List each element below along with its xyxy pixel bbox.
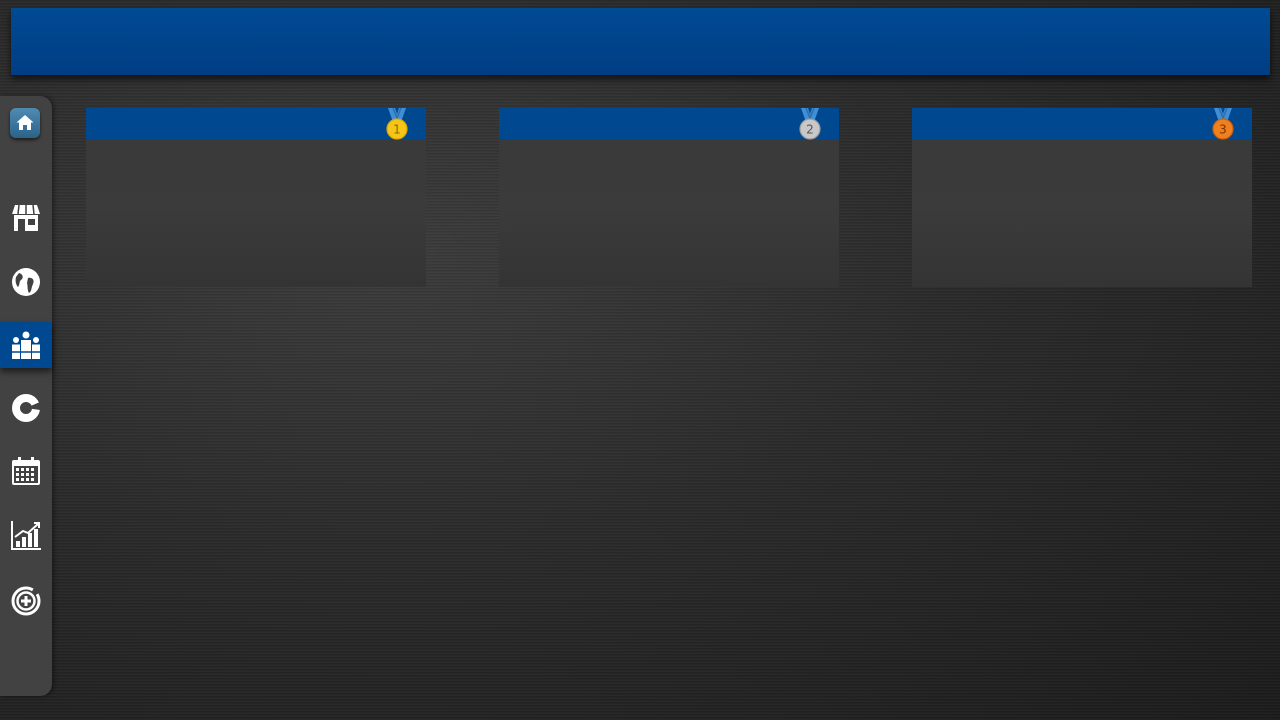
sidebar-item-statistics[interactable] (0, 385, 52, 431)
globe-icon (12, 268, 40, 296)
home-icon (16, 115, 34, 130)
medal-rank: 1 (393, 123, 401, 137)
podium-card-2[interactable]: 2 (499, 108, 839, 287)
medal-rank: 2 (806, 123, 814, 137)
card-header (499, 108, 839, 139)
podium-card-3[interactable]: 3 (912, 108, 1252, 287)
group-icon (12, 331, 40, 359)
card-header (86, 108, 426, 139)
sidebar-item-group[interactable] (0, 322, 52, 368)
calendar-icon (12, 457, 40, 485)
card-body (499, 139, 839, 287)
sidebar-item-calendar[interactable] (0, 448, 52, 494)
bronze-medal-icon: 3 (1212, 108, 1234, 140)
sidebar-item-add[interactable] (0, 578, 52, 624)
top-banner (11, 8, 1270, 75)
bar-chart-icon (11, 521, 41, 550)
home-button[interactable] (10, 108, 40, 138)
card-header (912, 108, 1252, 139)
sidebar-nav (0, 96, 52, 696)
sidebar-item-progress[interactable] (0, 512, 52, 558)
store-icon (12, 204, 40, 231)
card-body (86, 139, 426, 287)
sidebar-item-globe[interactable] (0, 259, 52, 305)
sidebar-item-store[interactable] (0, 195, 52, 241)
add-circle-icon (11, 586, 41, 616)
gold-medal-icon: 1 (386, 108, 408, 140)
silver-medal-icon: 2 (799, 108, 821, 140)
card-body (912, 139, 1252, 287)
podium-card-1[interactable]: 1 (86, 108, 426, 287)
pie-chart-icon (12, 394, 40, 422)
medal-rank: 3 (1219, 123, 1227, 137)
